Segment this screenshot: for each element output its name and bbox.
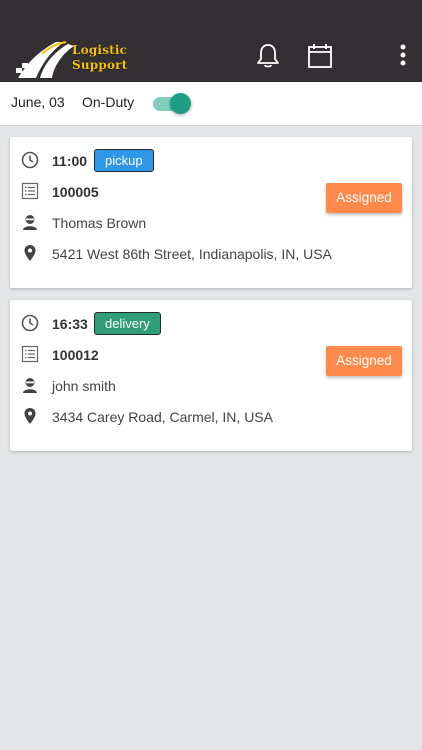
driver-icon <box>23 378 37 393</box>
customer-name: Thomas Brown <box>52 215 147 231</box>
clock-icon <box>21 151 39 169</box>
clock-icon <box>21 314 39 332</box>
job-address: 3434 Carey Road, Carmel, IN, USA <box>52 409 273 425</box>
customer-name: john smith <box>52 378 116 394</box>
more-vert-icon[interactable] <box>396 44 410 68</box>
duty-status-bar: June, 03 On-Duty <box>0 82 422 126</box>
job-type-tag: delivery <box>94 312 161 335</box>
job-card[interactable]: 11:00 pickup 100005 Thomas Brown 5421 We… <box>10 137 412 288</box>
app-bar: Logistic Support <box>0 0 422 82</box>
location-pin-icon <box>24 408 36 424</box>
bell-icon[interactable] <box>254 42 282 70</box>
duty-label: On-Duty <box>82 94 135 110</box>
job-card[interactable]: 16:33 delivery 100012 john smith 3434 Ca… <box>10 300 412 451</box>
job-type-tag: pickup <box>94 149 154 172</box>
driver-icon <box>23 215 37 230</box>
assigned-status-button[interactable]: Assigned <box>326 346 402 376</box>
logistic-support-logo[interactable]: Logistic Support <box>14 38 136 80</box>
on-duty-toggle[interactable] <box>153 92 191 116</box>
toggle-thumb <box>170 93 191 114</box>
list-icon <box>21 182 39 200</box>
job-time: 11:00 <box>52 153 88 169</box>
job-address: 5421 West 86th Street, Indianapolis, IN,… <box>52 246 332 262</box>
calendar-icon[interactable] <box>307 43 333 69</box>
order-id: 100012 <box>52 347 99 363</box>
logo-text-line1: Logistic <box>72 43 128 57</box>
job-time: 16:33 <box>52 316 88 332</box>
logo-text-line2: Support <box>72 58 128 72</box>
current-date: June, 03 <box>11 94 65 110</box>
order-id: 100005 <box>52 184 99 200</box>
location-pin-icon <box>24 245 36 261</box>
assigned-status-button[interactable]: Assigned <box>326 183 402 213</box>
racing-road-logo-icon <box>16 41 74 78</box>
list-icon <box>21 345 39 363</box>
